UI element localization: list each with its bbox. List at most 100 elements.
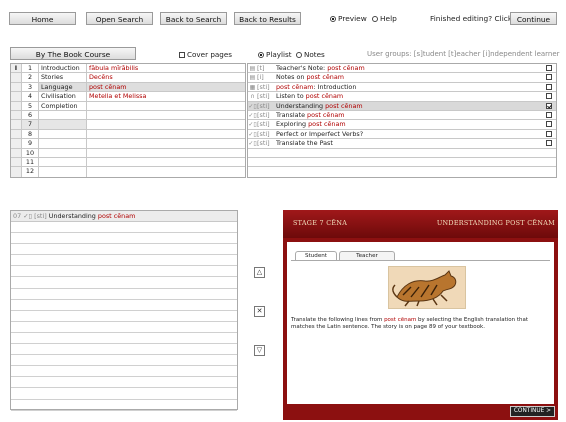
- playlist-item-title[interactable]: Translate post cēnam: [276, 111, 546, 119]
- preview-continue-button[interactable]: CONTINUE >: [509, 406, 555, 417]
- move-up-button[interactable]: △: [254, 267, 265, 278]
- section-label[interactable]: [39, 139, 87, 148]
- selected-item-title: Understanding: [48, 212, 98, 220]
- include-checkbox[interactable]: [546, 140, 552, 147]
- section-label[interactable]: Language: [39, 82, 87, 92]
- section-value[interactable]: [87, 130, 245, 138]
- playlist-row[interactable]: ▤ [i] Notes on post cēnam: [248, 73, 556, 83]
- preview-label: Preview: [338, 14, 367, 23]
- section-label[interactable]: Completion: [39, 101, 87, 110]
- playlist-row[interactable]: [248, 158, 556, 168]
- open-search-button[interactable]: Open Search: [86, 12, 153, 25]
- section-label[interactable]: [39, 157, 87, 167]
- course-button[interactable]: By The Book Course: [10, 47, 136, 60]
- section-value[interactable]: [87, 139, 245, 147]
- section-value[interactable]: [87, 120, 245, 128]
- playlist-row[interactable]: ✓▯ [sti] Understanding post cēnam: [248, 101, 556, 111]
- section-row[interactable]: 9: [11, 139, 245, 149]
- help-radio[interactable]: Help: [372, 14, 397, 23]
- section-label[interactable]: [39, 120, 87, 129]
- playlist-item-title[interactable]: Perfect or Imperfect Verbs?: [276, 130, 546, 138]
- section-row[interactable]: 6: [11, 110, 245, 121]
- playlist-radio-dot[interactable]: [258, 52, 264, 58]
- notes-radio[interactable]: Notes: [296, 50, 325, 59]
- section-value[interactable]: Decēns: [87, 73, 245, 81]
- playlist-row[interactable]: ✓▯ [sti] Exploring post cēnam: [248, 120, 556, 130]
- section-label[interactable]: Introduction: [39, 64, 87, 73]
- back-to-search-button[interactable]: Back to Search: [160, 12, 227, 25]
- back-to-results-button[interactable]: Back to Results: [234, 12, 301, 25]
- cover-pages-check[interactable]: [179, 52, 185, 58]
- playlist-item-title[interactable]: Exploring post cēnam: [276, 120, 546, 128]
- playlist-row[interactable]: ▤ [t] Teacher's Note: post cēnam: [248, 64, 556, 74]
- section-value[interactable]: [87, 158, 245, 166]
- section-value[interactable]: fābula mīrābilis: [87, 64, 245, 72]
- playlist-item-title[interactable]: [276, 167, 546, 176]
- selected-item-header[interactable]: 07 ✓▯ [sti] Understanding post cēnam: [11, 211, 237, 222]
- section-row[interactable]: 10: [11, 148, 245, 158]
- include-checkbox[interactable]: [546, 93, 552, 100]
- section-row[interactable]: 11: [11, 157, 245, 168]
- section-label[interactable]: [39, 167, 87, 177]
- section-row[interactable]: 8: [11, 129, 245, 140]
- section-value[interactable]: Metella et Melissa: [87, 92, 245, 100]
- playlist-item-title[interactable]: Teacher's Note: post cēnam: [276, 64, 546, 72]
- section-value[interactable]: [87, 149, 245, 157]
- row-marker: [11, 101, 22, 110]
- playlist-row[interactable]: ∩ [sti] Listen to post cēnam: [248, 92, 556, 102]
- pane-line: [11, 322, 237, 333]
- home-button[interactable]: Home: [9, 12, 76, 25]
- section-label[interactable]: [39, 110, 87, 120]
- preview-radio[interactable]: Preview: [330, 14, 367, 23]
- section-row[interactable]: 7: [11, 120, 245, 130]
- section-row[interactable]: 4 Civilisation Metella et Melissa: [11, 92, 245, 102]
- playlist-row[interactable]: ✓▯ [sti] Translate the Past: [248, 139, 556, 149]
- user-group-tag: [sti]: [257, 129, 270, 138]
- section-value[interactable]: post cēnam: [87, 82, 245, 92]
- section-value[interactable]: [87, 167, 245, 176]
- section-label[interactable]: Stories: [39, 73, 87, 82]
- section-label[interactable]: [39, 129, 87, 139]
- section-row[interactable]: 5 Completion: [11, 101, 245, 111]
- course-sections-table: I 1 Introduction fābula mīrābilis 2 Stories De…: [10, 63, 246, 178]
- section-value[interactable]: [87, 111, 245, 119]
- pane-line: [11, 377, 237, 389]
- section-label[interactable]: Civilisation: [39, 92, 87, 101]
- section-row[interactable]: 2 Stories Decēns: [11, 73, 245, 83]
- include-checkbox[interactable]: [546, 130, 552, 137]
- include-checkbox[interactable]: [546, 121, 552, 128]
- section-row[interactable]: 3 Language post cēnam: [11, 82, 245, 93]
- playlist-row[interactable]: [248, 149, 556, 158]
- tab-teacher[interactable]: Teacher: [339, 251, 395, 260]
- playlist-radio[interactable]: Playlist: [258, 50, 292, 59]
- playlist-item-title[interactable]: post cēnam: Introduction: [276, 83, 546, 91]
- playlist-row[interactable]: ✓▯ [sti] Translate post cēnam: [248, 111, 556, 121]
- playlist-row[interactable]: ✓▯ [sti] Perfect or Imperfect Verbs?: [248, 129, 556, 140]
- playlist-item-title[interactable]: Listen to post cēnam: [276, 92, 546, 100]
- help-radio-dot[interactable]: [372, 16, 378, 22]
- move-down-button[interactable]: ▽: [254, 345, 265, 356]
- include-checkbox[interactable]: [546, 102, 552, 109]
- continue-button[interactable]: Continue: [510, 12, 557, 25]
- preview-radio-dot[interactable]: [330, 16, 336, 22]
- playlist-item-title[interactable]: [276, 149, 546, 157]
- remove-button[interactable]: ✕: [254, 306, 265, 317]
- headphones-icon: ∩: [250, 93, 255, 101]
- notes-radio-dot[interactable]: [296, 52, 302, 58]
- playlist-item-title[interactable]: Notes on post cēnam: [276, 73, 546, 81]
- title-text: Understanding: [276, 101, 326, 110]
- cover-pages-checkbox[interactable]: Cover pages: [179, 50, 232, 59]
- playlist-item-title[interactable]: Translate the Past: [276, 139, 546, 147]
- section-value[interactable]: [87, 102, 245, 110]
- playlist-item-title[interactable]: [276, 158, 546, 166]
- include-checkbox[interactable]: [546, 74, 552, 81]
- include-checkbox[interactable]: [546, 111, 552, 118]
- section-row[interactable]: 12: [11, 167, 245, 177]
- include-checkbox[interactable]: [546, 65, 552, 71]
- playlist-row[interactable]: [248, 167, 556, 176]
- playlist-row[interactable]: ▦ [sti] post cēnam: Introduction: [248, 83, 556, 93]
- section-row[interactable]: I 1 Introduction fābula mīrābilis: [11, 64, 245, 74]
- playlist-item-title[interactable]: Understanding post cēnam: [276, 102, 546, 110]
- include-checkbox[interactable]: [546, 83, 552, 90]
- section-label[interactable]: [39, 148, 87, 157]
